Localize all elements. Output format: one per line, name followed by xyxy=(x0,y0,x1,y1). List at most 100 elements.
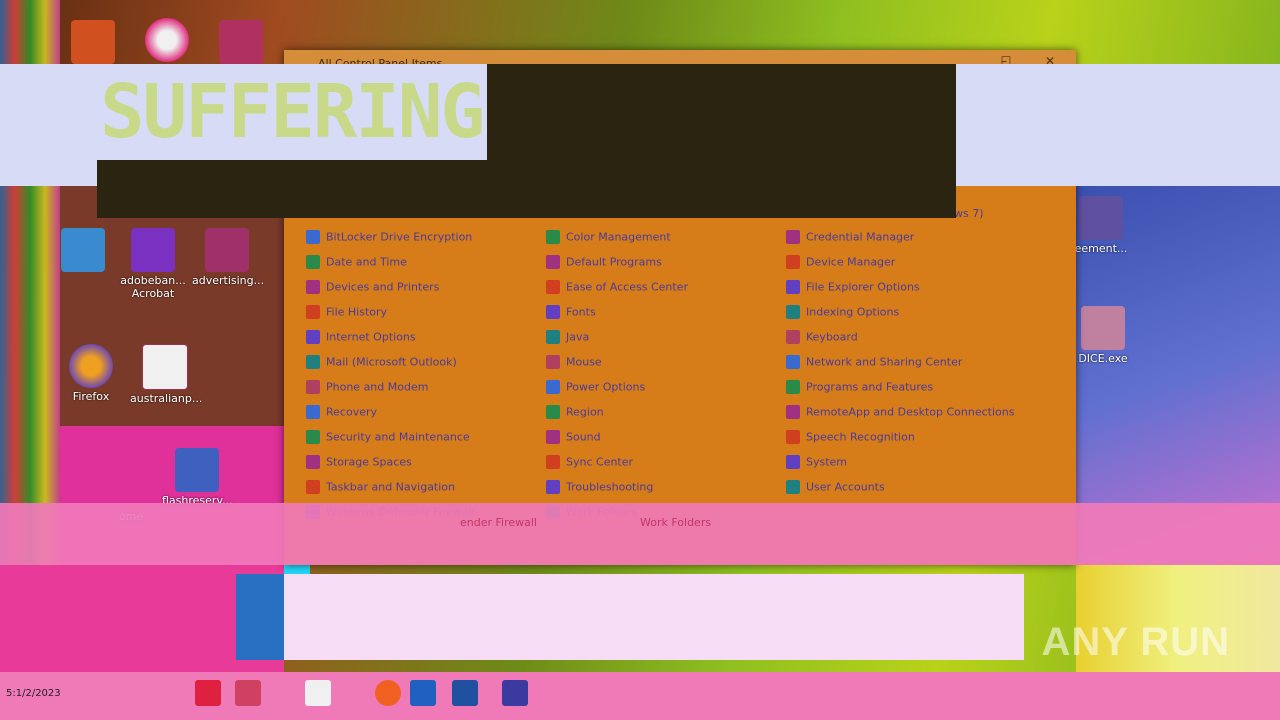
cp-item[interactable]: File History xyxy=(306,305,387,323)
cp-item[interactable]: Storage Spaces xyxy=(306,455,412,473)
ghost-text: ender Firewall xyxy=(460,516,537,529)
cp-item[interactable]: Speech Recognition xyxy=(786,430,915,448)
cp-item[interactable]: Phone and Modem xyxy=(306,380,428,398)
header-fragment: ws 7) xyxy=(954,207,984,220)
edge-icon xyxy=(145,18,189,62)
start-button[interactable] xyxy=(195,680,221,706)
cp-item-icon xyxy=(306,380,320,394)
desktop-icon-edge[interactable] xyxy=(132,18,202,64)
cp-item[interactable]: Troubleshooting xyxy=(546,480,653,498)
cp-item-label: Date and Time xyxy=(326,255,407,269)
desktop-icon-firefox[interactable]: Firefox xyxy=(56,344,126,403)
cp-item-label: Ease of Access Center xyxy=(566,280,688,294)
cp-item[interactable]: Ease of Access Center xyxy=(546,280,688,298)
cp-item-label: Troubleshooting xyxy=(566,480,654,494)
cp-item-label: Speech Recognition xyxy=(806,430,915,444)
cp-item-label: Taskbar and Navigation xyxy=(326,480,456,494)
cp-item[interactable]: Keyboard xyxy=(786,330,858,348)
desktop-icon-doc[interactable] xyxy=(206,20,276,66)
cp-item[interactable]: Network and Sharing Center xyxy=(786,355,962,373)
cp-item-label: Mouse xyxy=(566,355,602,369)
cp-item[interactable]: Fonts xyxy=(546,305,596,323)
cp-item[interactable]: Programs and Features xyxy=(786,380,933,398)
dark-overlay xyxy=(97,160,487,218)
cp-item-icon xyxy=(546,305,560,319)
taskbar-app-icon[interactable] xyxy=(502,680,528,706)
cp-item-label: Color Management xyxy=(566,230,671,244)
cp-item[interactable]: File Explorer Options xyxy=(786,280,920,298)
word-document-icon xyxy=(131,228,175,272)
cp-item[interactable]: BitLocker Drive Encryption xyxy=(306,230,472,248)
cp-item-icon xyxy=(546,355,560,369)
cp-item[interactable]: Indexing Options xyxy=(786,305,899,323)
cp-item-label: Programs and Features xyxy=(806,380,934,394)
taskbar xyxy=(0,672,1280,720)
cp-item[interactable]: Color Management xyxy=(546,230,671,248)
document-icon xyxy=(175,448,219,492)
cp-item[interactable]: Sound xyxy=(546,430,601,448)
desktop-icon-flashreserv[interactable]: flashreserv... xyxy=(162,448,233,507)
desktop-icon-label: advertising... xyxy=(192,274,265,287)
desktop-icon-agreement[interactable]: eement... xyxy=(1066,196,1136,255)
cp-item-icon xyxy=(306,480,320,494)
taskbar-app-icon[interactable] xyxy=(235,680,261,706)
cp-item-icon xyxy=(306,355,320,369)
cp-item-icon xyxy=(306,255,320,269)
cp-item[interactable]: Recovery xyxy=(306,405,377,423)
cp-item[interactable]: Credential Manager xyxy=(786,230,914,248)
desktop-icon-adobeban[interactable]: adobeban... Acrobat xyxy=(118,228,188,300)
cp-item-icon xyxy=(546,230,560,244)
cp-item-icon xyxy=(786,255,800,269)
executable-icon xyxy=(1081,306,1125,350)
suffering-banner: SUFFERING xyxy=(100,69,485,155)
cp-item-label: User Accounts xyxy=(806,480,885,494)
desktop-icon-dice[interactable]: DICE.exe xyxy=(1068,306,1138,365)
cp-item-icon xyxy=(306,305,320,319)
desktop-icon-advertising[interactable]: advertising... xyxy=(192,228,265,287)
cp-item[interactable]: Internet Options xyxy=(306,330,416,348)
cp-item-label: File Explorer Options xyxy=(806,280,920,294)
cp-item-label: Indexing Options xyxy=(806,305,900,319)
cp-item[interactable]: RemoteApp and Desktop Connections xyxy=(786,405,1014,423)
cp-item[interactable]: Sync Center xyxy=(546,455,633,473)
cp-item[interactable]: User Accounts xyxy=(786,480,885,498)
cp-item-icon xyxy=(546,430,560,444)
cp-item-label: Recovery xyxy=(326,405,378,419)
cp-item[interactable]: Security and Maintenance xyxy=(306,430,470,448)
cp-item[interactable]: Date and Time xyxy=(306,255,407,273)
desktop-icon-label: DICE.exe xyxy=(1078,352,1128,365)
desktop-icon-label: eement... xyxy=(1074,242,1128,255)
cp-item-icon xyxy=(546,455,560,469)
cp-item[interactable]: Taskbar and Navigation xyxy=(306,480,455,498)
cp-item-label: Mail (Microsoft Outlook) xyxy=(326,355,457,369)
cp-item[interactable]: Devices and Printers xyxy=(306,280,439,298)
cp-item[interactable]: System xyxy=(786,455,847,473)
cp-item-icon xyxy=(306,430,320,444)
cp-item-label: Keyboard xyxy=(806,330,858,344)
cp-item-label: Security and Maintenance xyxy=(326,430,470,444)
cp-item[interactable]: Default Programs xyxy=(546,255,662,273)
cp-item[interactable]: Region xyxy=(546,405,604,423)
cp-item-label: Internet Options xyxy=(326,330,416,344)
cp-item[interactable]: Device Manager xyxy=(786,255,895,273)
cp-item-label: System xyxy=(806,455,848,469)
desktop-icon-acrobat[interactable] xyxy=(48,228,118,274)
cp-item-icon xyxy=(786,480,800,494)
firefox-taskbar-icon[interactable] xyxy=(375,680,401,706)
glitch-light-band xyxy=(284,574,1024,660)
desktop-icon-recycle-bin[interactable] xyxy=(58,20,128,66)
cp-item[interactable]: Mouse xyxy=(546,355,602,373)
taskbar-app-icon[interactable] xyxy=(452,680,478,706)
cp-item[interactable]: Mail (Microsoft Outlook) xyxy=(306,355,457,373)
cp-item-label: BitLocker Drive Encryption xyxy=(326,230,473,244)
document-icon xyxy=(219,20,263,64)
desktop-icon-australianp[interactable]: australianp... xyxy=(130,344,202,405)
explorer-taskbar-icon[interactable] xyxy=(410,680,436,706)
cp-item-label: Device Manager xyxy=(806,255,896,269)
cp-item[interactable]: Java xyxy=(546,330,589,348)
cp-item-label: Default Programs xyxy=(566,255,662,269)
desktop-icon-label: Firefox xyxy=(72,390,110,403)
cp-item-icon xyxy=(786,280,800,294)
cp-item[interactable]: Power Options xyxy=(546,380,645,398)
taskbar-app-icon[interactable] xyxy=(305,680,331,706)
